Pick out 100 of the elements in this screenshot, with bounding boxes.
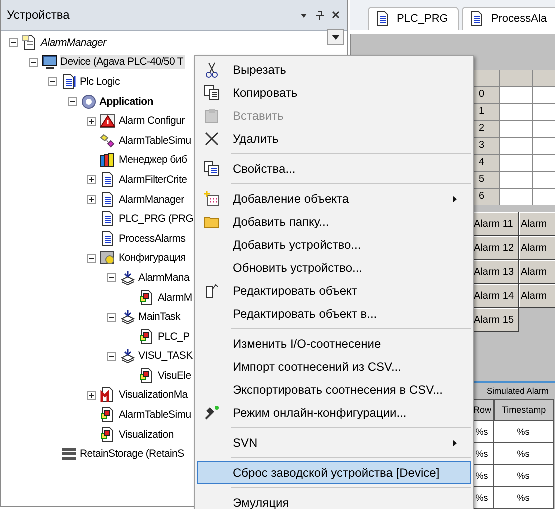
document-icon xyxy=(139,290,155,306)
row-number: 2 xyxy=(473,121,499,137)
plus-icon xyxy=(87,175,96,184)
alarm-button[interactable]: Alarm 11 xyxy=(472,212,519,236)
menu-item[interactable]: Удалить xyxy=(197,127,471,150)
tree-item[interactable]: Plc Logic xyxy=(79,74,121,89)
expand-button[interactable] xyxy=(87,175,96,184)
row-number: 6 xyxy=(473,189,499,205)
tree-item[interactable]: Конфигурация xyxy=(118,251,187,266)
tree-item[interactable]: PLC_PRG (PRG xyxy=(118,212,195,226)
editor-tab[interactable]: PLC_PRG xyxy=(368,7,460,30)
alarm-button[interactable]: Alarm xyxy=(519,284,555,308)
document-icon xyxy=(100,192,116,208)
tree-item[interactable]: VisualizationMa xyxy=(118,388,189,402)
alarm-button[interactable]: Alarm xyxy=(519,212,555,236)
grid-cell xyxy=(500,138,532,154)
collapse-button[interactable] xyxy=(28,58,38,67)
grid-header xyxy=(473,70,499,86)
pin-icon[interactable] xyxy=(315,10,325,20)
diamond-icon xyxy=(100,132,116,149)
warning-icon xyxy=(100,113,116,130)
menu-item[interactable]: Добавление объекта xyxy=(197,187,471,210)
alarm-button[interactable]: Alarm 13 xyxy=(472,260,519,284)
collapse-button[interactable] xyxy=(68,97,76,106)
add-object-icon xyxy=(204,190,220,206)
row-number: 0 xyxy=(473,87,499,103)
document-icon xyxy=(100,230,116,247)
books-icon xyxy=(100,152,116,168)
table-cell: %s xyxy=(494,487,554,509)
document-icon xyxy=(204,282,220,298)
grid-cell xyxy=(500,104,532,120)
tree-item[interactable]: RetainStorage (RetainS xyxy=(79,447,186,462)
tree-item[interactable]: AlarmManager xyxy=(118,192,186,207)
document-icon xyxy=(139,328,155,345)
stack-icon xyxy=(120,309,136,326)
expand-button[interactable] xyxy=(87,195,96,204)
tree-item[interactable]: ProcessAlarms xyxy=(118,232,187,246)
menu-item[interactable]: Режим онлайн-конфигурации... xyxy=(197,401,471,424)
collapse-button[interactable] xyxy=(9,38,18,48)
menu-item[interactable]: Добавить папку... xyxy=(197,210,471,233)
menu-item[interactable]: Сброс заводской устройства [Device] xyxy=(197,461,471,484)
tree-item[interactable]: AlarmFilterCrite xyxy=(118,172,188,187)
tree-item[interactable]: Менеджер биб xyxy=(118,153,188,168)
table-cell: %s xyxy=(494,421,554,443)
menu-item[interactable]: Обновить устройство... xyxy=(197,256,471,279)
document-icon xyxy=(100,407,116,424)
collapse-button[interactable] xyxy=(106,273,116,282)
grid-cell xyxy=(500,121,532,137)
row-number: 4 xyxy=(473,155,499,171)
dropdown-button[interactable] xyxy=(327,29,344,45)
tree-item[interactable]: AlarmTableSimu xyxy=(118,408,192,422)
grid-cell xyxy=(500,172,532,188)
row-number: 1 xyxy=(473,104,499,120)
editor-tab[interactable]: ProcessAla xyxy=(462,7,555,30)
menu-item[interactable]: Вырезать xyxy=(197,58,471,81)
menu-item[interactable]: Свойства... xyxy=(197,157,471,180)
menu-item[interactable]: Добавить устройство... xyxy=(197,233,471,256)
menu-item[interactable]: Эмуляция xyxy=(197,491,471,509)
alarm-button[interactable]: Alarm 12 xyxy=(472,236,519,260)
tree-item[interactable]: Device (Agava PLC-40/50 T xyxy=(60,55,185,70)
alarm-button[interactable]: Alarm xyxy=(519,260,555,284)
document-icon xyxy=(100,387,116,404)
tree-item[interactable]: Alarm Configur xyxy=(118,114,186,128)
table-title: Simulated Alarm xyxy=(486,385,550,398)
menu-item[interactable]: Редактировать объект xyxy=(197,279,471,302)
alarm-button[interactable]: Alarm xyxy=(519,236,555,260)
tree-item[interactable]: Visualization xyxy=(118,428,175,442)
menu-item[interactable]: SVN xyxy=(197,431,471,454)
scissors-icon xyxy=(204,62,220,78)
tree-item[interactable]: VISU_TASK xyxy=(138,349,194,364)
row-number: 5 xyxy=(473,172,499,188)
menu-item[interactable]: Редактировать объект в... xyxy=(197,302,471,325)
grid-cell xyxy=(500,155,532,171)
alarm-button[interactable]: Alarm 15 xyxy=(472,308,519,332)
server-icon xyxy=(61,446,77,462)
collapse-button[interactable] xyxy=(106,352,116,361)
menu-item[interactable]: Экспортировать соотнесения в CSV... xyxy=(197,378,471,401)
tree-item[interactable]: MainTask xyxy=(138,310,182,324)
menu-item[interactable]: Изменить I/O-соотнесение xyxy=(197,332,471,355)
collapse-button[interactable] xyxy=(48,77,57,86)
tree-item[interactable]: AlarmManager xyxy=(40,36,108,50)
alarm-button[interactable]: Alarm 14 xyxy=(472,284,519,308)
collapse-button[interactable] xyxy=(106,312,116,322)
table-cell: %s xyxy=(494,465,554,487)
grid-cell xyxy=(500,189,532,205)
tree-item[interactable]: VisuEle xyxy=(157,368,192,383)
panel-title: Устройства xyxy=(7,8,70,22)
tree-item[interactable]: Application xyxy=(98,94,154,109)
tree-item[interactable]: PLC_P xyxy=(157,330,191,344)
close-icon[interactable] xyxy=(331,10,341,20)
tree-item[interactable]: AlarmM xyxy=(157,290,194,305)
menu-item[interactable]: Копировать xyxy=(197,81,471,104)
expand-button[interactable] xyxy=(87,116,96,126)
menu-item[interactable]: Импорт соотнесений из CSV... xyxy=(197,355,471,378)
tree-item[interactable]: AlarmMana xyxy=(138,270,190,285)
expand-button[interactable] xyxy=(87,390,96,400)
document-icon xyxy=(469,11,486,27)
document-icon xyxy=(100,172,116,188)
tree-item[interactable]: AlarmTableSimu xyxy=(118,134,192,148)
collapse-button[interactable] xyxy=(87,254,96,263)
